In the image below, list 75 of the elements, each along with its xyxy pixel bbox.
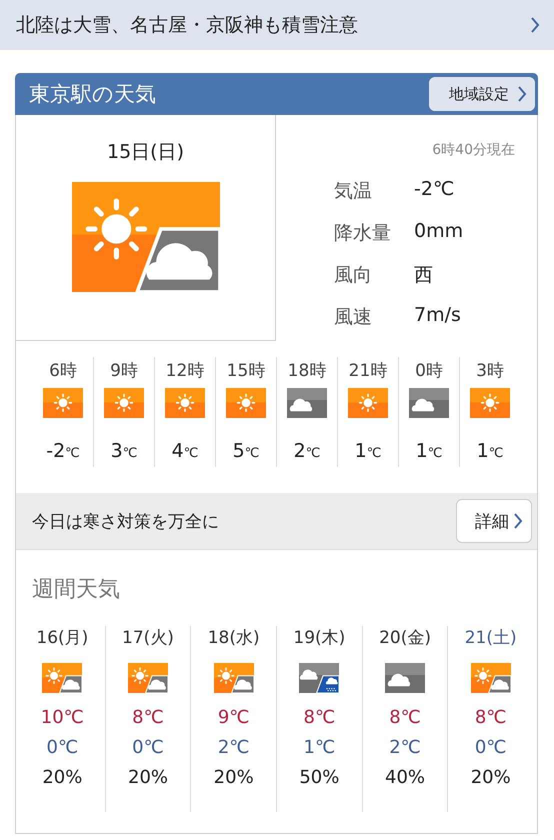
low-temperature: 1℃: [304, 737, 336, 758]
hour-label: 18時: [288, 360, 326, 382]
rain-chance: 20%: [128, 767, 168, 788]
stat-label: 風向: [334, 263, 373, 288]
cloud-icon: [385, 663, 426, 693]
low-temperature: 2℃: [389, 737, 421, 758]
sun-icon: [348, 388, 388, 418]
card-title: 東京駅の天気: [29, 81, 156, 108]
chevron-icon: [530, 16, 540, 34]
high-temperature: 8℃: [389, 707, 421, 728]
rain-chance: 40%: [385, 767, 426, 788]
low-temperature: 0℃: [132, 737, 164, 758]
day-label: 20(金): [379, 627, 431, 649]
sun-cloud-icon: [214, 663, 254, 693]
high-temperature: 9℃: [218, 707, 250, 728]
day-label: 18(水): [208, 627, 260, 649]
rain-chance: 20%: [42, 767, 82, 788]
temperature: 1℃: [416, 440, 442, 462]
sun-icon: [470, 388, 510, 418]
sun-icon: [104, 388, 144, 418]
region-settings-button[interactable]: 地域設定: [429, 77, 535, 111]
chevron-icon: [513, 512, 523, 530]
rain-chance: 20%: [214, 767, 254, 788]
observed-time: 6時40分現在: [431, 141, 515, 159]
temperature: 2℃: [294, 440, 320, 462]
cloud-icon: [287, 388, 327, 418]
rain-chance: 50%: [299, 767, 340, 788]
cloud-icon: [409, 388, 449, 418]
hour-label: 6時: [49, 360, 77, 382]
hour-label: 15時: [226, 360, 266, 382]
hour-label: 12時: [166, 360, 204, 382]
low-temperature: 0℃: [46, 737, 78, 758]
sun-cloud-icon: [470, 663, 511, 693]
sun-icon: [226, 388, 266, 418]
news-headline[interactable]: 北陸は大雪、名古屋・京阪神も積雪注意: [16, 12, 358, 38]
stat-value: 西: [414, 263, 434, 288]
hour-label: 0時: [415, 360, 443, 382]
low-temperature: 0℃: [474, 737, 507, 758]
advice-text: 今日は寒さ対策を万全に: [32, 510, 219, 532]
sun-icon: [43, 388, 83, 418]
hour-label: 3時: [476, 360, 504, 382]
hour-label: 9時: [110, 360, 138, 382]
high-temperature: 8℃: [304, 707, 336, 728]
date-label: 15日(日): [106, 140, 184, 165]
temperature: 1℃: [354, 440, 382, 462]
sun-icon: [165, 388, 205, 418]
low-temperature: 2℃: [218, 737, 250, 758]
stat-value: -2℃: [414, 178, 456, 202]
temperature: 1℃: [476, 440, 504, 462]
stat-label: 風速: [334, 305, 373, 330]
temperature: 5℃: [232, 440, 260, 462]
sun-cloud-icon: [72, 182, 220, 292]
detail-button[interactable]: 詳細: [456, 499, 532, 543]
stat-label: 降水量: [334, 221, 392, 246]
sun-cloud-icon: [42, 663, 82, 693]
cloud-rain-icon: [299, 663, 340, 693]
section-title: 週間天気: [32, 576, 121, 604]
high-temperature: 8℃: [474, 707, 507, 728]
stat-value: 0mm: [414, 220, 464, 244]
high-temperature: 10℃: [40, 707, 84, 728]
hour-label: 21時: [348, 360, 388, 382]
rain-chance: 20%: [470, 767, 511, 788]
stat-label: 気温: [334, 179, 373, 204]
news-banner[interactable]: 北陸は大雪、名古屋・京阪神も積雪注意: [0, 0, 554, 50]
day-label: 16(月): [36, 627, 88, 649]
temperature: -2℃: [46, 440, 80, 462]
temperature: 3℃: [110, 440, 138, 462]
temperature: 4℃: [172, 440, 198, 462]
high-temperature: 8℃: [132, 707, 164, 728]
chevron-icon: [517, 85, 527, 103]
stat-value: 7m/s: [414, 304, 462, 328]
day-label: 17(火): [122, 627, 174, 649]
day-label: 19(木): [293, 627, 346, 649]
day-label: 21(土): [464, 627, 517, 649]
sun-cloud-icon: [128, 663, 168, 693]
